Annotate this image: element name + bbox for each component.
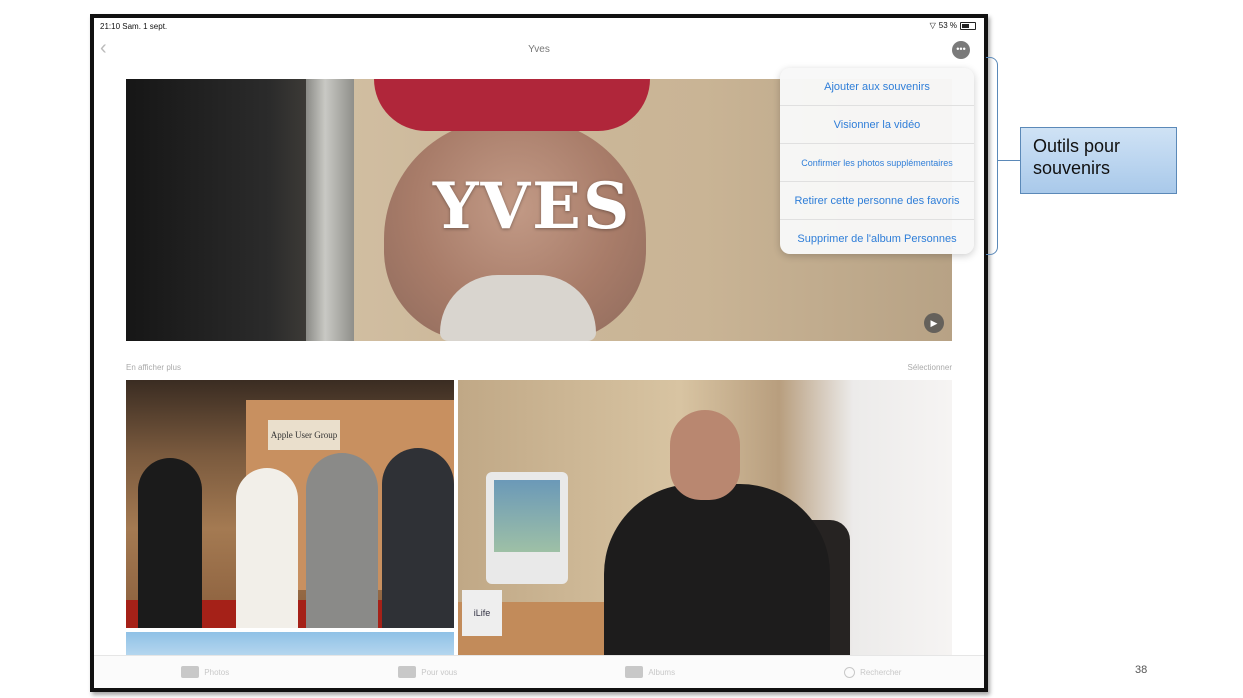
photo-thumbnail-office[interactable]: iLife <box>458 380 952 656</box>
tab-label: Rechercher <box>860 667 902 677</box>
tab-for-you[interactable]: Pour vous <box>317 656 540 688</box>
menu-delete-from-people-album[interactable]: Supprimer de l'album Personnes <box>780 220 974 254</box>
status-time-date: 21:10 Sam. 1 sept. <box>100 22 168 31</box>
annotation-callout: Outils pour souvenirs <box>1020 127 1177 194</box>
slide-number: 38 <box>1135 664 1148 676</box>
page-title: Yves <box>528 44 550 55</box>
photo-person <box>382 448 454 628</box>
photo-ilife-box: iLife <box>462 590 502 636</box>
battery-percent: 53 % <box>938 21 957 30</box>
status-bar: 21:10 Sam. 1 sept. ▽ 53 % <box>94 18 984 34</box>
photo-thumbnail-group[interactable]: Apple User Group <box>126 380 454 628</box>
photo-person <box>306 453 378 628</box>
menu-watch-video[interactable]: Visionner la vidéo <box>780 106 974 144</box>
tab-bar: Photos Pour vous Albums Rechercher <box>94 655 984 688</box>
navigation-bar: ‹ Yves ••• <box>94 34 984 64</box>
tab-albums[interactable]: Albums <box>539 656 762 688</box>
for-you-icon <box>398 666 417 678</box>
photo-imac-screen <box>494 480 560 552</box>
show-more-link[interactable]: En afficher plus <box>126 363 181 372</box>
hero-red-cap <box>374 79 650 131</box>
status-right: ▽ 53 % <box>930 21 976 30</box>
photo-person <box>138 458 202 628</box>
albums-icon <box>625 666 644 678</box>
tab-search[interactable]: Rechercher <box>762 656 985 688</box>
photo-person <box>236 468 298 628</box>
memory-tools-menu: Ajouter aux souvenirs Visionner la vidéo… <box>780 68 974 254</box>
photos-icon <box>181 666 200 678</box>
photo-sign: Apple User Group <box>268 420 340 450</box>
tab-label: Photos <box>204 667 230 677</box>
play-icon[interactable]: ▶ <box>924 313 944 333</box>
ipad-screenshot-frame: 21:10 Sam. 1 sept. ▽ 53 % ‹ Yves ••• YVE… <box>90 14 988 692</box>
annotation-bracket <box>986 57 998 255</box>
tab-photos[interactable]: Photos <box>94 656 317 688</box>
select-link[interactable]: Sélectionner <box>908 363 952 372</box>
photo-person-head <box>670 410 740 500</box>
menu-add-to-memories[interactable]: Ajouter aux souvenirs <box>780 68 974 106</box>
menu-confirm-additional-photos[interactable]: Confirmer les photos supplémentaires <box>780 144 974 182</box>
tab-label: Albums <box>648 667 676 677</box>
search-icon <box>844 666 856 678</box>
ellipsis-circle-icon[interactable]: ••• <box>952 41 970 59</box>
battery-icon <box>960 21 976 30</box>
photo-thumbnail-sky[interactable] <box>126 632 454 656</box>
photo-person-body <box>604 484 830 656</box>
annotation-connector <box>998 160 1020 161</box>
tab-label: Pour vous <box>421 667 458 677</box>
wifi-icon: ▽ <box>929 21 936 30</box>
menu-remove-from-favorites[interactable]: Retirer cette personne des favoris <box>780 182 974 220</box>
